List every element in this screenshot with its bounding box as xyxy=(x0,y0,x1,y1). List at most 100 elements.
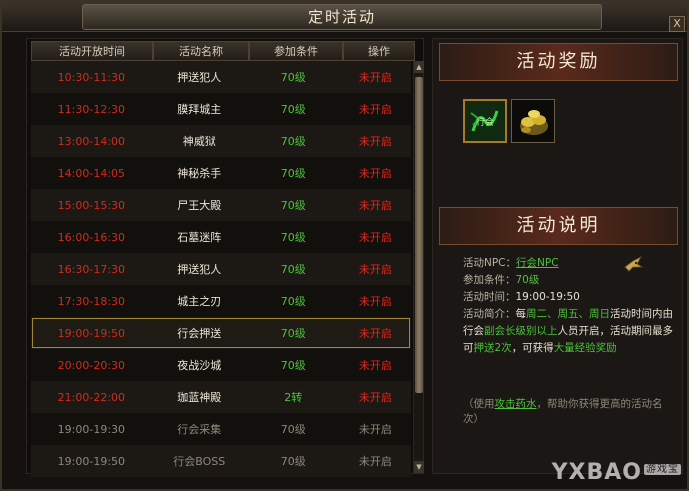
watermark-badge: 游戏宝 xyxy=(644,464,681,475)
event-action-button[interactable]: 未开启 xyxy=(340,293,411,309)
fly-to-npc-icon[interactable] xyxy=(623,255,643,273)
table-row[interactable]: 16:30-17:30 押送犯人 70级 未开启 xyxy=(31,253,411,285)
event-time: 19:00-19:50 xyxy=(57,326,126,340)
reward-slot-guild-contribution[interactable]: 行会 xyxy=(463,99,507,143)
event-action-button[interactable]: 未开启 xyxy=(340,453,411,469)
event-condition: 2转 xyxy=(284,391,303,404)
event-condition: 70级 xyxy=(280,295,306,308)
event-condition: 70级 xyxy=(280,423,306,436)
table-row[interactable]: 14:00-14:05 神秘杀手 70级 未开启 xyxy=(31,157,411,189)
intro-count: 押送2次 xyxy=(473,342,512,354)
event-action-button[interactable]: 未开启 xyxy=(340,325,411,341)
event-time: 11:30-12:30 xyxy=(57,102,126,116)
event-time: 13:00-14:00 xyxy=(57,134,126,148)
description-banner: 活动说明 xyxy=(439,207,678,245)
tip-text-1: （使用 xyxy=(463,398,495,410)
npc-link[interactable]: 行会NPC xyxy=(516,257,559,269)
table-row[interactable]: 20:00-20:30 夜战沙城 70级 未开启 xyxy=(31,349,411,381)
table-row[interactable]: 13:00-14:00 神威狱 70级 未开启 xyxy=(31,125,411,157)
event-action-button[interactable]: 未开启 xyxy=(340,197,411,213)
title-bar: 定时活动 xyxy=(2,2,687,32)
event-description: 活动NPC：行会NPC 参加条件：70级 活动时间：19:00-19:50 活动… xyxy=(463,255,675,357)
reward-item-label: 行会 xyxy=(476,116,494,128)
event-condition: 70级 xyxy=(280,135,306,148)
event-name: 夜战沙城 xyxy=(177,359,222,372)
scroll-thumb[interactable] xyxy=(415,77,423,393)
event-action-button[interactable]: 未开启 xyxy=(340,261,411,277)
close-button[interactable]: X xyxy=(669,16,685,32)
event-time: 20:00-20:30 xyxy=(57,358,126,372)
gold-ingots-icon xyxy=(512,100,554,142)
event-condition: 70级 xyxy=(280,103,306,116)
event-time: 19:00-19:30 xyxy=(57,422,126,436)
event-condition: 70级 xyxy=(280,263,306,276)
time-value: 19:00-19:50 xyxy=(515,291,580,303)
table-row[interactable]: 11:30-12:30 膜拜城主 70级 未开启 xyxy=(31,93,411,125)
table-row[interactable]: 15:00-15:30 尸王大殿 70级 未开启 xyxy=(31,189,411,221)
table-row[interactable]: 19:00-19:50 行会BOSS 70级 未开启 xyxy=(31,445,411,477)
table-row[interactable]: 16:00-16:30 石墓迷阵 70级 未开启 xyxy=(31,221,411,253)
intro-label: 活动简介： xyxy=(463,308,516,320)
event-name: 城主之刃 xyxy=(177,295,222,308)
event-time: 14:00-14:05 xyxy=(57,166,126,180)
intro-text-1: 每 xyxy=(515,308,527,320)
intro-reward: 大量经验奖励 xyxy=(553,342,617,354)
rewards-banner: 活动奖励 xyxy=(439,43,678,81)
time-line: 活动时间：19:00-19:50 xyxy=(463,289,675,306)
event-time: 16:00-16:30 xyxy=(57,230,126,244)
event-name: 行会BOSS xyxy=(173,455,226,468)
scroll-up-arrow-icon[interactable]: ▲ xyxy=(414,61,424,73)
event-time: 15:00-15:30 xyxy=(57,198,126,212)
event-condition: 70级 xyxy=(280,199,306,212)
event-name: 膜拜城主 xyxy=(177,103,222,116)
event-name: 押送犯人 xyxy=(177,71,222,84)
scroll-down-arrow-icon[interactable]: ▼ xyxy=(414,461,424,473)
attack-potion-link[interactable]: 攻击药水 xyxy=(495,398,537,410)
scrollbar[interactable]: ▲ ▼ xyxy=(413,61,424,473)
header-condition: 参加条件 xyxy=(249,41,343,61)
event-action-button[interactable]: 未开启 xyxy=(340,357,411,373)
potion-tip: （使用攻击药水，帮助你获得更高的活动名次） xyxy=(463,397,678,427)
watermark-text: YXBAO xyxy=(551,460,642,485)
event-action-button[interactable]: 未开启 xyxy=(340,229,411,245)
event-condition: 70级 xyxy=(280,359,306,372)
event-action-button[interactable]: 未开启 xyxy=(340,69,411,85)
event-action-button[interactable]: 未开启 xyxy=(340,421,411,437)
table-row[interactable]: 21:00-22:00 珈蓝神殿 2转 未开启 xyxy=(31,381,411,413)
event-action-button[interactable]: 未开启 xyxy=(340,165,411,181)
event-condition: 70级 xyxy=(280,327,306,340)
intro-rank: 副会长级别以上 xyxy=(484,325,558,337)
table-body: 10:30-11:30 押送犯人 70级 未开启 11:30-12:30 膜拜城主 70级未… xyxy=(31,61,411,477)
table-row[interactable]: 10:30-11:30 押送犯人 70级 未开启 xyxy=(31,61,411,93)
event-name: 行会采集 xyxy=(177,423,222,436)
condition-value: 70级 xyxy=(515,274,540,286)
event-condition: 70级 xyxy=(280,231,306,244)
event-name: 石墓迷阵 xyxy=(177,231,222,244)
event-time: 16:30-17:30 xyxy=(57,262,126,276)
event-name: 神威狱 xyxy=(182,135,216,148)
event-condition: 70级 xyxy=(280,167,306,180)
intro-text-7: ，可获得 xyxy=(511,342,554,354)
event-action-button[interactable]: 未开启 xyxy=(340,389,411,405)
event-condition: 70级 xyxy=(280,455,306,468)
table-row[interactable]: 17:30-18:30 城主之刃 70级 未开启 xyxy=(31,285,411,317)
table-row[interactable]: 19:00-19:30 行会采集 70级 未开启 xyxy=(31,413,411,445)
event-name: 神秘杀手 xyxy=(177,167,222,180)
event-detail-panel: 活动奖励 行会 活动说明 活动NPC：行会NPC 参加条件：70级 活动时间：1… xyxy=(432,38,683,474)
header-action: 操作 xyxy=(343,41,415,61)
event-action-button[interactable]: 未开启 xyxy=(340,133,411,149)
event-time: 10:30-11:30 xyxy=(57,70,126,84)
event-time: 21:00-22:00 xyxy=(57,390,126,404)
site-watermark: YXBAO 游戏宝 xyxy=(552,460,681,485)
event-condition: 70级 xyxy=(280,71,306,84)
npc-line: 活动NPC：行会NPC xyxy=(463,255,675,272)
event-time: 17:30-18:30 xyxy=(57,294,126,308)
table-row[interactable]: 19:00-19:50 行会押送 70级 未开启 xyxy=(31,317,411,349)
window-title: 定时活动 xyxy=(82,4,602,30)
reward-slot-gold[interactable] xyxy=(511,99,555,143)
event-action-button[interactable]: 未开启 xyxy=(340,101,411,117)
timed-events-window: 定时活动 X 活动开放时间 活动名称 参加条件 操作 10:30-11:30 押送… xyxy=(0,0,689,491)
table-header: 活动开放时间 活动名称 参加条件 操作 xyxy=(31,41,415,61)
condition-label: 参加条件： xyxy=(463,274,516,286)
intro-days: 周二、周五、周日 xyxy=(526,308,610,320)
